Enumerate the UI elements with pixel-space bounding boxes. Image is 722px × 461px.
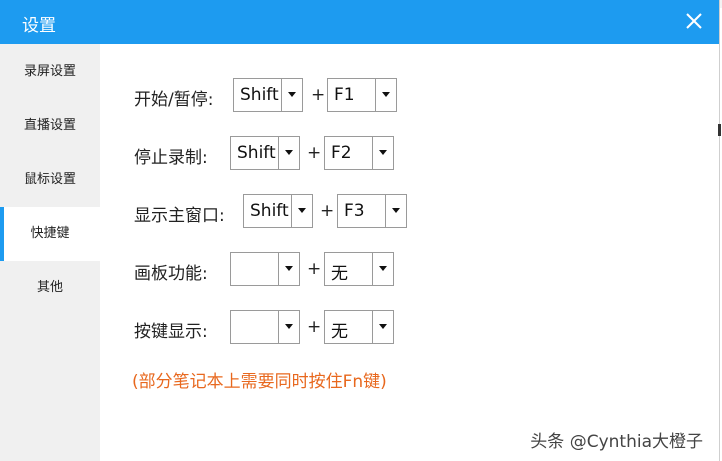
modifier-select[interactable]: Shift	[230, 136, 300, 170]
dropdown-button[interactable]	[385, 195, 406, 227]
chevron-down-icon	[392, 208, 400, 213]
sidebar-item-shortcuts[interactable]: 快捷键	[0, 207, 100, 261]
chevron-down-icon	[285, 266, 293, 271]
modifier-value: Shift	[237, 143, 276, 163]
key-value: 无	[331, 322, 348, 342]
settings-dialog: 设置 录屏设置 直播设置 鼠标设置 快捷键 其他 开始/暂停: Shift + …	[0, 0, 720, 461]
key-value: F2	[331, 143, 352, 163]
title-bar: 设置	[0, 0, 719, 44]
shortcut-label: 按键显示:	[134, 322, 208, 342]
chevron-down-icon	[379, 324, 387, 329]
plus-sign: +	[307, 143, 322, 163]
fn-key-note: (部分笔记本上需要同时按住Fn键)	[132, 372, 387, 392]
shortcut-label: 显示主窗口:	[134, 206, 225, 226]
dropdown-button[interactable]	[281, 79, 302, 111]
dropdown-button[interactable]	[278, 311, 299, 343]
sidebar-item-label: 快捷键	[30, 226, 70, 241]
settings-sidebar: 录屏设置 直播设置 鼠标设置 快捷键 其他	[0, 44, 100, 461]
modifier-value: Shift	[240, 85, 279, 105]
key-value: 无	[331, 264, 348, 284]
dropdown-button[interactable]	[291, 195, 312, 227]
key-value: F1	[334, 85, 355, 105]
watermark: 头条 @Cynthia大橙子	[530, 432, 703, 452]
dropdown-button[interactable]	[278, 137, 299, 169]
sidebar-item-label: 其他	[36, 280, 63, 295]
sidebar-item-label: 录屏设置	[23, 64, 76, 79]
close-icon	[686, 13, 702, 29]
sidebar-item-record-settings[interactable]: 录屏设置	[0, 45, 100, 99]
plus-sign: +	[307, 259, 322, 279]
close-button[interactable]	[683, 10, 705, 32]
chevron-down-icon	[382, 92, 390, 97]
sidebar-item-label: 鼠标设置	[23, 172, 76, 187]
modifier-select[interactable]: Shift	[233, 78, 303, 112]
chevron-down-icon	[285, 150, 293, 155]
key-select[interactable]: 无	[324, 310, 394, 344]
dropdown-button[interactable]	[278, 253, 299, 285]
chevron-down-icon	[288, 92, 296, 97]
dropdown-button[interactable]	[372, 137, 393, 169]
key-select[interactable]: F1	[327, 78, 397, 112]
dialog-title: 设置	[22, 16, 56, 36]
shortcut-label: 开始/暂停:	[134, 90, 214, 110]
shortcut-label: 画板功能:	[134, 264, 208, 284]
background-scroll-mark	[718, 124, 721, 136]
sidebar-item-live-settings[interactable]: 直播设置	[0, 99, 100, 153]
plus-sign: +	[307, 317, 322, 337]
modifier-value: Shift	[250, 201, 289, 221]
plus-sign: +	[320, 201, 335, 221]
chevron-down-icon	[298, 208, 306, 213]
key-select[interactable]: F3	[337, 194, 407, 228]
key-value: F3	[344, 201, 365, 221]
shortcut-label: 停止录制:	[134, 148, 208, 168]
key-select[interactable]: F2	[324, 136, 394, 170]
key-select[interactable]: 无	[324, 252, 394, 286]
modifier-select[interactable]: Shift	[243, 194, 313, 228]
dropdown-button[interactable]	[372, 311, 393, 343]
chevron-down-icon	[285, 324, 293, 329]
modifier-select[interactable]	[230, 310, 300, 344]
modifier-select[interactable]	[230, 252, 300, 286]
sidebar-item-mouse-settings[interactable]: 鼠标设置	[0, 153, 100, 207]
plus-sign: +	[311, 85, 326, 105]
chevron-down-icon	[379, 266, 387, 271]
dropdown-button[interactable]	[372, 253, 393, 285]
sidebar-item-label: 直播设置	[23, 118, 76, 133]
sidebar-item-other[interactable]: 其他	[0, 261, 100, 315]
dropdown-button[interactable]	[375, 79, 396, 111]
chevron-down-icon	[379, 150, 387, 155]
